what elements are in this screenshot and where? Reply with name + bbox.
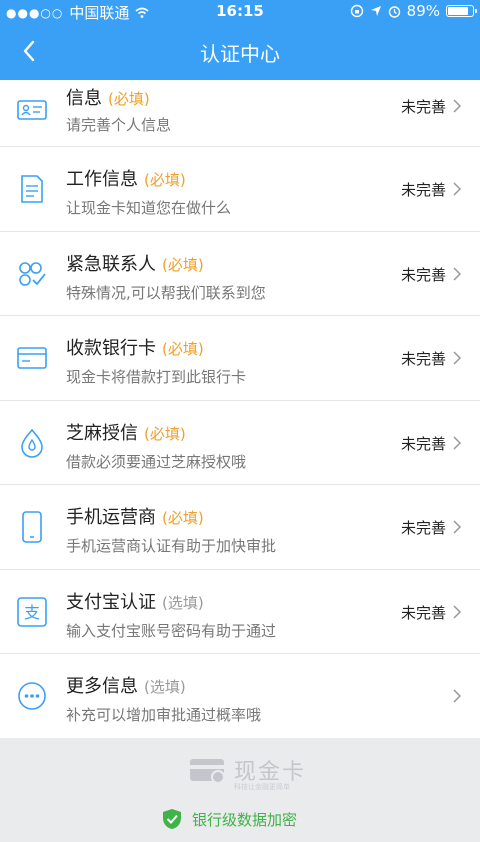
list-item-emergency-contact[interactable]: 紧急联系人 (必填) 特殊情况,可以帮我们联系到您 未完善 bbox=[0, 232, 480, 316]
item-tag: (必填) bbox=[162, 509, 204, 527]
item-status: 未完善 bbox=[400, 98, 446, 116]
item-title: 芝麻授信 bbox=[66, 422, 138, 444]
item-status: 未完善 bbox=[400, 265, 446, 284]
list-item-work-info[interactable]: 工作信息 (必填) 让现金卡知道您在做什么 未完善 bbox=[0, 147, 480, 232]
security-label: 银行级数据加密 bbox=[192, 810, 298, 829]
item-status: 未完善 bbox=[400, 603, 446, 622]
item-text: 紧急联系人 (必填) 特殊情况,可以帮我们联系到您 bbox=[66, 250, 266, 303]
item-title: 信息 bbox=[66, 88, 102, 109]
item-title: 收款银行卡 bbox=[66, 338, 156, 359]
nav-bar: 认证中心 bbox=[0, 22, 480, 80]
item-status: 未完善 bbox=[400, 181, 446, 199]
status-bar: ●●●○○ 中国联通 16:15 89% bbox=[0, 0, 480, 22]
auth-list: 信息 (必填) 请完善个人信息 未完善 工作信息 (必填) 让现金卡知道您在做什么 … bbox=[0, 80, 480, 739]
chevron-right-icon bbox=[453, 520, 462, 534]
item-text: 工作信息 (必填) 让现金卡知道您在做什么 bbox=[66, 165, 231, 218]
footer: 现金卡 科技让金融更简单 银行级数据加密 bbox=[0, 738, 480, 842]
card-logo-icon bbox=[190, 759, 225, 784]
brand-slogan: 科技让金融更简单 bbox=[234, 783, 290, 791]
list-item-more-info[interactable]: 更多信息 (选填) 补充可以增加审批通过概率哦 bbox=[0, 654, 480, 739]
chevron-right-icon bbox=[453, 182, 462, 196]
alipay-icon: 支 bbox=[16, 596, 48, 628]
item-desc: 现金卡将借款打到此银行卡 bbox=[66, 368, 247, 386]
chevron-right-icon bbox=[453, 99, 462, 113]
document-icon bbox=[16, 173, 48, 205]
item-text: 手机运营商 (必填) 手机运营商认证有助于加快审批 bbox=[66, 503, 276, 556]
item-desc: 补充可以增加审批通过概率哦 bbox=[66, 706, 262, 724]
rotation-lock-icon bbox=[350, 4, 363, 18]
id-card-icon bbox=[16, 94, 48, 126]
list-item-personal-info[interactable]: 信息 (必填) 请完善个人信息 未完善 bbox=[0, 80, 480, 147]
item-title: 工作信息 bbox=[66, 169, 138, 190]
contacts-icon bbox=[16, 258, 48, 290]
item-title: 支付宝认证 bbox=[66, 591, 156, 613]
list-item-sesame-credit[interactable]: 芝麻授信 (必填) 借款必须要通过芝麻授权哦 未完善 bbox=[0, 401, 480, 485]
shield-check-icon bbox=[163, 809, 181, 829]
item-status: 未完善 bbox=[400, 350, 446, 368]
sesame-icon bbox=[16, 427, 48, 459]
status-right: 89% bbox=[350, 2, 477, 20]
item-status: 未完善 bbox=[400, 434, 446, 453]
item-status: 未完善 bbox=[400, 519, 446, 537]
chevron-right-icon bbox=[453, 689, 462, 703]
phone-icon bbox=[16, 511, 48, 543]
more-icon bbox=[16, 680, 48, 712]
item-desc: 借款必须要通过芝麻授权哦 bbox=[66, 452, 247, 471]
item-desc: 特殊情况,可以帮我们联系到您 bbox=[66, 283, 266, 302]
list-item-alipay[interactable]: 支 支付宝认证 (选填) 输入支付宝账号密码有助于通过 未完善 bbox=[0, 570, 480, 654]
item-desc: 请完善个人信息 bbox=[66, 116, 172, 134]
item-desc: 手机运营商认证有助于加快审批 bbox=[66, 537, 277, 555]
chevron-right-icon bbox=[453, 351, 462, 365]
battery-percent: 89% bbox=[406, 2, 440, 20]
item-text: 信息 (必填) 请完善个人信息 bbox=[66, 84, 171, 135]
list-item-bank-card[interactable]: 收款银行卡 (必填) 现金卡将借款打到此银行卡 未完善 bbox=[0, 316, 480, 401]
brand-logo: 现金卡 科技让金融更简单 bbox=[188, 754, 306, 791]
bank-card-icon bbox=[16, 342, 48, 374]
svg-text:支: 支 bbox=[24, 603, 40, 622]
item-desc: 让现金卡知道您在做什么 bbox=[66, 199, 232, 217]
page-title: 认证中心 bbox=[200, 42, 280, 66]
item-text: 收款银行卡 (必填) 现金卡将借款打到此银行卡 bbox=[66, 334, 246, 387]
item-tag: (选填) bbox=[162, 593, 204, 612]
item-tag: (必填) bbox=[162, 340, 204, 358]
item-tag: (必填) bbox=[108, 90, 150, 108]
alarm-icon bbox=[388, 5, 400, 18]
security-note: 银行级数据加密 bbox=[162, 808, 297, 830]
item-tag: (必填) bbox=[144, 171, 186, 189]
item-text: 更多信息 (选填) 补充可以增加审批通过概率哦 bbox=[66, 672, 261, 725]
chevron-right-icon bbox=[453, 266, 462, 281]
item-tag: (选填) bbox=[144, 678, 186, 696]
chevron-right-icon bbox=[453, 435, 462, 450]
item-text: 芝麻授信 (必填) 借款必须要通过芝麻授权哦 bbox=[66, 419, 246, 472]
item-tag: (必填) bbox=[162, 255, 204, 274]
list-item-mobile-carrier[interactable]: 手机运营商 (必填) 手机运营商认证有助于加快审批 未完善 bbox=[0, 485, 480, 570]
item-text: 支付宝认证 (选填) 输入支付宝账号密码有助于通过 bbox=[66, 588, 276, 641]
battery-icon bbox=[446, 5, 477, 17]
item-desc: 输入支付宝账号密码有助于通过 bbox=[66, 621, 277, 640]
item-title: 更多信息 bbox=[66, 676, 138, 697]
chevron-right-icon bbox=[453, 604, 462, 619]
item-title: 紧急联系人 bbox=[66, 253, 156, 275]
item-title: 手机运营商 bbox=[66, 507, 156, 528]
item-tag: (必填) bbox=[144, 424, 186, 443]
location-icon bbox=[370, 6, 381, 16]
